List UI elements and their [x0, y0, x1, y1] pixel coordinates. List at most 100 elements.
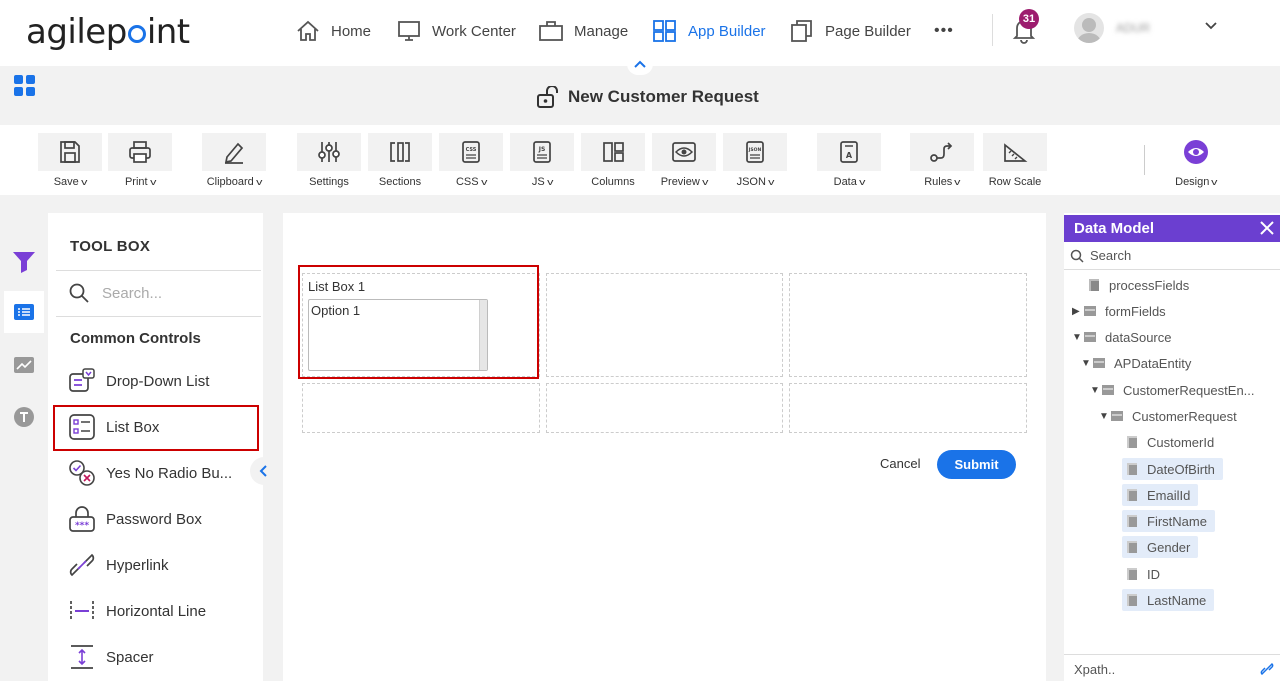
- rail-text[interactable]: [4, 396, 44, 438]
- close-icon[interactable]: [1258, 219, 1276, 237]
- app-grid-icon[interactable]: [14, 75, 36, 97]
- collapse-icon[interactable]: ▼: [1099, 411, 1111, 422]
- svg-text:JSON: JSON: [748, 147, 762, 153]
- form-title: New Customer Request: [536, 86, 759, 108]
- briefcase-icon: [539, 21, 563, 41]
- tree-node-processfields[interactable]: processFields: [1088, 274, 1189, 296]
- row-scale-button[interactable]: Row Scale: [983, 133, 1047, 191]
- pencil-icon: [224, 142, 244, 164]
- field-icon: [1127, 489, 1137, 501]
- json-button[interactable]: JSON JSON v: [723, 133, 787, 191]
- horizontal-line-icon: [70, 601, 94, 621]
- print-button[interactable]: Print v: [108, 133, 172, 191]
- design-button[interactable]: Design v: [1164, 133, 1228, 191]
- json-file-icon: JSON: [746, 141, 764, 163]
- agilepoint-logo[interactable]: agilep int: [26, 12, 190, 52]
- rules-button[interactable]: Rules v: [910, 133, 974, 191]
- nav-work-center[interactable]: Work Center: [396, 18, 516, 44]
- field-icon: [1127, 568, 1137, 580]
- control-horizontal-line[interactable]: Horizontal Line: [68, 596, 206, 626]
- data-model-search-input[interactable]: Search: [1070, 248, 1131, 263]
- collapse-toolbox-button[interactable]: [250, 457, 278, 485]
- form-cell[interactable]: [789, 383, 1027, 433]
- toolbox-search-input[interactable]: Search...: [68, 282, 162, 304]
- table-icon: [1084, 306, 1096, 316]
- avatar[interactable]: [1074, 13, 1104, 43]
- collapse-icon[interactable]: ▼: [1072, 332, 1084, 343]
- nav-page-builder[interactable]: Page Builder: [789, 18, 911, 44]
- sections-button[interactable]: Sections: [368, 133, 432, 191]
- control-drop-down-list[interactable]: Drop-Down List: [68, 366, 209, 396]
- sliders-icon: [318, 142, 340, 162]
- control-hyperlink[interactable]: Hyperlink: [68, 550, 169, 580]
- field-icon: [1127, 594, 1137, 606]
- preview-button[interactable]: Preview v: [652, 133, 716, 191]
- table-icon: [1111, 411, 1123, 421]
- tree-node-apdataentity[interactable]: ▼ APDataEntity: [1081, 352, 1191, 374]
- js-button[interactable]: JS JS v: [510, 133, 574, 191]
- css-button[interactable]: CSS CSS v: [439, 133, 503, 191]
- password-lock-icon: ***: [69, 506, 95, 532]
- tree-node-customerrequest[interactable]: ▼ CustomerRequest: [1099, 405, 1237, 427]
- printer-icon: [129, 141, 151, 163]
- control-yes-no-radio[interactable]: Yes No Radio Bu...: [68, 458, 232, 488]
- css-file-icon: CSS: [462, 141, 480, 163]
- tree-node-emailid[interactable]: EmailId: [1122, 484, 1199, 506]
- save-button[interactable]: Save v: [38, 133, 102, 191]
- tree-node-gender[interactable]: Gender: [1122, 536, 1199, 558]
- unlock-icon[interactable]: [536, 86, 560, 108]
- form-cell[interactable]: [789, 273, 1027, 377]
- rail-form-controls[interactable]: [4, 291, 44, 333]
- tree-node-dateofbirth[interactable]: DateOfBirth: [1122, 458, 1223, 480]
- nav-manage[interactable]: Manage: [538, 18, 628, 44]
- username: ADUR: [1116, 21, 1151, 35]
- link-icon[interactable]: [1260, 662, 1274, 676]
- link-icon: [69, 553, 95, 577]
- expand-icon[interactable]: ▶: [1072, 306, 1084, 317]
- nav-home[interactable]: Home: [295, 18, 371, 44]
- chevron-down-icon[interactable]: [1203, 20, 1219, 32]
- field-icon: [1127, 463, 1137, 475]
- tree-node-customerrequestentity[interactable]: ▼ CustomerRequestEn...: [1090, 379, 1255, 401]
- rail-filter[interactable]: [4, 240, 44, 282]
- data-model-panel: Data Model Search processFields ▶ formFie…: [1064, 213, 1280, 681]
- rail-reports[interactable]: [4, 344, 44, 386]
- tree-node-datasource[interactable]: ▼ dataSource: [1072, 326, 1172, 348]
- xpath-input[interactable]: Xpath..: [1074, 662, 1115, 677]
- cancel-button[interactable]: Cancel: [880, 456, 920, 471]
- yes-no-radio-icon: [69, 460, 95, 486]
- section-title: Common Controls: [70, 330, 201, 347]
- tree-node-customerid[interactable]: CustomerId: [1126, 431, 1214, 453]
- field-icon: [1127, 541, 1137, 553]
- form-cell[interactable]: [546, 273, 783, 377]
- collapse-header-button[interactable]: [627, 53, 653, 75]
- control-spacer[interactable]: Spacer: [68, 642, 154, 672]
- tree-node-firstname[interactable]: FirstName: [1122, 510, 1215, 532]
- tree-node-id[interactable]: ID: [1126, 563, 1160, 585]
- nav-app-builder[interactable]: App Builder: [652, 18, 766, 44]
- toolbar-divider: [1144, 145, 1145, 175]
- columns-button[interactable]: Columns: [581, 133, 645, 191]
- collapse-icon[interactable]: ▼: [1090, 385, 1102, 396]
- divider: [1064, 654, 1280, 655]
- field-icon: [1089, 279, 1099, 291]
- form-cell[interactable]: [546, 383, 783, 433]
- app-builder-icon: [653, 20, 676, 42]
- field-icon: [1127, 515, 1137, 527]
- collapse-icon[interactable]: ▼: [1081, 358, 1093, 369]
- js-file-icon: JS: [533, 141, 551, 163]
- eye-icon: [1184, 140, 1208, 164]
- listbox-highlight: [298, 265, 539, 379]
- data-button[interactable]: A Data v: [817, 133, 881, 191]
- clipboard-button[interactable]: Clipboard v: [202, 133, 266, 191]
- tree-node-lastname[interactable]: LastName: [1122, 589, 1215, 611]
- control-password-box[interactable]: *** Password Box: [68, 504, 202, 534]
- submit-button[interactable]: Submit: [937, 450, 1016, 479]
- search-icon: [69, 283, 89, 303]
- field-icon: [1127, 436, 1137, 448]
- monitor-icon: [398, 21, 420, 41]
- form-cell[interactable]: [302, 383, 540, 433]
- more-menu-button[interactable]: •••: [934, 18, 954, 44]
- settings-button[interactable]: Settings: [297, 133, 361, 191]
- tree-node-formfields[interactable]: ▶ formFields: [1072, 300, 1166, 322]
